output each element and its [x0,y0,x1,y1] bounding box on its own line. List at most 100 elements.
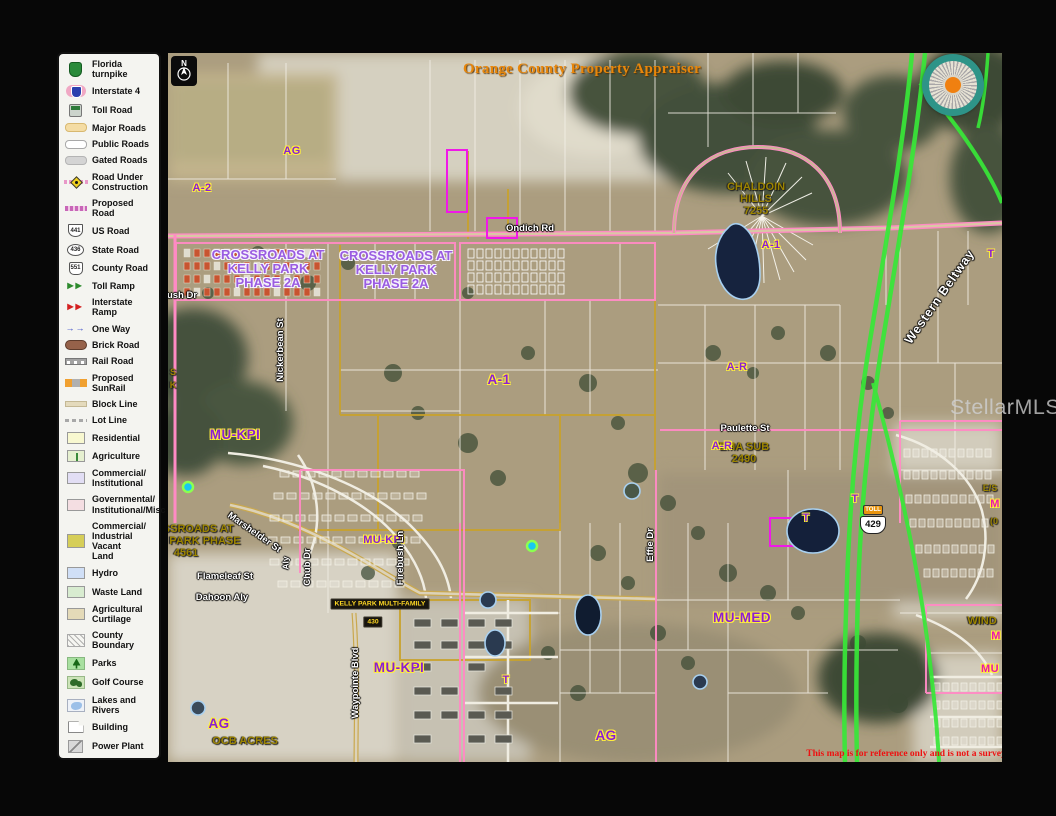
toll-banner: TOLL [863,505,883,515]
proposed-icon [62,206,89,211]
legend-item-brick-road: Brick Road [62,340,156,350]
lakes-icon [62,699,89,712]
legend-item-waste-land: Waste Land [62,586,156,598]
legend-item-interstate-4: Interstate 4 [62,85,156,97]
golf-icon [62,676,89,689]
legend-item-gated-roads: Gated Roads [62,155,156,165]
legend-item-label: Commercial/ Institutional [92,468,146,488]
legend-item-label: Hydro [92,568,118,578]
legend-item-label: Building [92,722,128,732]
legend-item-label: Proposed Road [92,198,156,218]
lot-icon [62,419,89,422]
legend-item-public-roads: Public Roads [62,139,156,149]
legend-item-agricultural-curtilage: Agricultural Curtilage [62,604,156,624]
waste-icon [62,586,89,598]
legend-item-road-under-construction: Road Under Construction [62,172,156,192]
legend-item-label: Public Roads [92,139,149,149]
legend-item-building: Building [62,721,156,733]
constr-icon [62,176,89,188]
sunrail-icon [62,379,89,387]
legend-item-interstate-ramp: Interstate Ramp [62,297,156,317]
curt-icon [62,608,89,620]
legend-item-label: Power Plant [92,741,144,751]
legend-item-label: Parks [92,658,117,668]
brick-icon [62,340,89,350]
legend-item-label: Toll Road [92,105,132,115]
toll-icon [62,104,89,117]
legend-item-major-roads: Major Roads [62,123,156,133]
vacant-icon [62,534,89,548]
legend-item-agriculture: Agriculture [62,450,156,462]
legend-item-label: Brick Road [92,340,140,350]
county-icon: 551 [62,262,89,275]
legend-item-label: Golf Course [92,677,144,687]
agri-icon [62,450,89,462]
legend-item-block-line: Block Line [62,399,156,409]
legend-item-toll-road: Toll Road [62,104,156,117]
legend-item-label: One Way [92,324,130,334]
legend-item-lot-line: Lot Line [62,415,156,425]
hydro-icon [62,567,89,579]
major-icon [62,123,89,132]
north-arrow-icon: N [171,56,197,86]
screenshot-canvas: Florida turnpike Interstate 4 Toll Road Maj… [0,0,1056,816]
i4-icon [62,85,89,97]
legend-item-label: Commercial/ Industrial Vacant Land [92,521,156,561]
svg-text:N: N [181,59,187,68]
legend-item-label: Lakes and Rivers [92,695,156,715]
block-icon [62,401,89,407]
route-number: 429 [860,516,886,533]
turnpike-icon [62,62,89,77]
legend-item-us-road: 441US Road [62,224,156,237]
comm-icon [62,472,89,484]
residential-icon [62,432,89,444]
legend-item-label: Interstate Ramp [92,297,156,317]
legend-item-label: Gated Roads [92,155,148,165]
legend-list: Florida turnpike Interstate 4 Toll Road Maj… [59,54,159,758]
rail-icon [62,358,89,365]
legend-item-florida-turnpike: Florida turnpike [62,59,156,79]
public-icon [62,140,89,149]
legend-item-label: Residential [92,433,140,443]
legend-item-commercial-institutional: Commercial/ Institutional [62,468,156,488]
legend-item-label: Interstate 4 [92,86,140,96]
legend-item-label: Block Line [92,399,138,409]
legend-item-label: County Road [92,263,148,273]
legend-item-label: Governmental/ Institutional/Misc [92,494,166,514]
seal-center [943,75,963,95]
legend-item-commercial-industrial-vacant-land: Commercial/ Industrial Vacant Land [62,521,156,561]
building-icon [62,721,89,733]
legend-item-residential: Residential [62,432,156,444]
countyb-icon [62,634,89,647]
legend-item-county-road: 551County Road [62,262,156,275]
legend-item-proposed-road: Proposed Road [62,198,156,218]
legend-item-label: Rail Road [92,356,134,366]
legend-item-label: Agriculture [92,451,140,461]
legend-item-governmental-institutional-misc: Governmental/ Institutional/Misc [62,494,156,514]
legend-item-parks: Parks [62,657,156,670]
legend-item-toll-ramp: Toll Ramp [62,281,156,291]
legend-item-label: Waste Land [92,587,142,597]
legend-item-lakes-and-rivers: Lakes and Rivers [62,695,156,715]
us-icon: 441 [62,224,89,237]
power-icon [62,740,89,753]
legend-item-one-way: One Way [62,324,156,334]
legend-item-golf-course: Golf Course [62,676,156,689]
parks-icon [62,657,89,670]
map-viewport[interactable]: N TOLL 429 Orange County Property Apprai… [168,53,1002,762]
legend-item-label: Toll Ramp [92,281,135,291]
legend-item-state-road: 436State Road [62,244,156,256]
legend-item-power-plant: Power Plant [62,740,156,753]
legend-item-label: Lot Line [92,415,127,425]
legend-item-proposed-sunrail: Proposed SunRail [62,373,156,393]
oneway-icon [62,324,89,334]
tollramp-icon [62,281,89,291]
legend-item-label: County Boundary [92,630,156,650]
legend-item-label: US Road [92,226,130,236]
legend-item-rail-road: Rail Road [62,356,156,366]
gated-icon [62,156,89,165]
legend-item-label: Florida turnpike [92,59,156,79]
map-canvas[interactable] [168,53,1002,762]
gov-icon [62,499,89,511]
route-shield-429: TOLL 429 [860,505,886,534]
